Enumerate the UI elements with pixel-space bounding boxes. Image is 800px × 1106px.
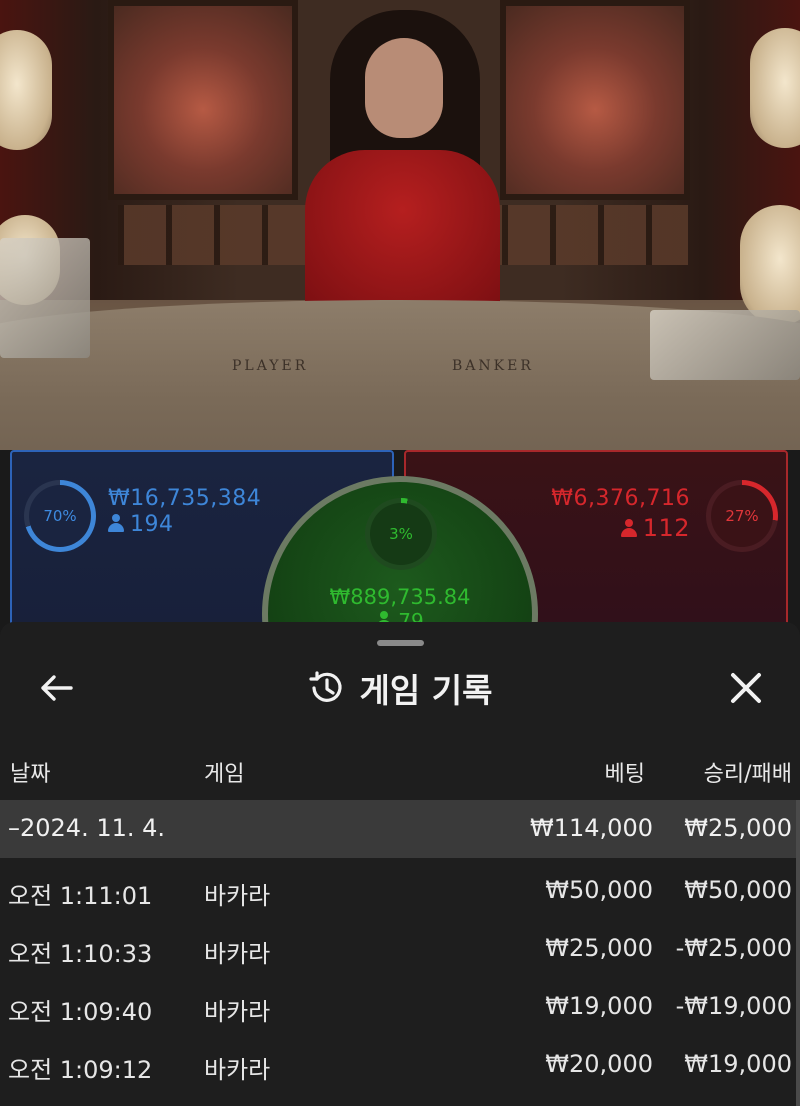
column-game[interactable]: 게임 [204, 756, 244, 788]
dealer-face [365, 38, 443, 138]
card-discard-holder [0, 238, 90, 358]
bet-stats-panel: 70% ₩16,735,384 194 ₩6,376,716 112 27% 3… [0, 446, 800, 752]
history-column-headers: 날짜 게임 베팅 승리/패배 [0, 752, 800, 788]
player-count-value: 194 [130, 512, 174, 537]
table-row[interactable]: 오전 1:10:33 바카라 ₩25,000 -₩25,000 [0, 916, 796, 974]
player-percent-ring: 70% [24, 480, 96, 552]
table-row[interactable]: 오전 1:11:01 바카라 ₩50,000 ₩50,000 [0, 858, 796, 916]
live-video: PLAYER BANKER [0, 0, 800, 450]
row-game: 바카라 [204, 940, 271, 968]
row-bet: ₩25,000 [545, 934, 653, 962]
banker-count-value: 112 [642, 514, 690, 542]
player-total-amount: ₩16,735,384 [108, 486, 262, 511]
day-group-win-loss: ₩25,000 [684, 814, 792, 842]
banker-percent: 27% [711, 485, 773, 547]
row-bet: ₩19,000 [545, 992, 653, 1020]
player-bettor-count: 194 [108, 512, 174, 537]
banker-bettor-count: 112 [620, 514, 690, 542]
tie-percent: 3% [370, 503, 432, 565]
lantern [750, 28, 800, 148]
lantern [0, 30, 52, 150]
row-win-loss: ₩19,000 [684, 1050, 792, 1078]
table-label-banker: BANKER [452, 358, 534, 374]
row-win-loss: -₩25,000 [675, 934, 792, 962]
row-win-loss: ₩50,000 [684, 876, 792, 904]
row-game: 바카라 [204, 1056, 271, 1084]
blossom-window [108, 0, 298, 200]
game-history-sheet: 게임 기록 날짜 게임 베팅 승리/패배 –2024. 11. 4. ₩114,… [0, 622, 800, 1106]
person-icon [108, 514, 124, 532]
banker-total-amount: ₩6,376,716 [551, 486, 690, 511]
close-icon [731, 673, 761, 703]
blossom-window [500, 0, 690, 200]
column-bet[interactable]: 베팅 [605, 756, 645, 788]
person-icon [620, 519, 637, 537]
sheet-title-group: 게임 기록 [0, 664, 800, 712]
row-time: 오전 1:11:01 [8, 882, 153, 910]
table-row[interactable]: 오전 1:09:12 바카라 ₩20,000 ₩19,000 [0, 1032, 796, 1090]
player-percent: 70% [29, 485, 91, 547]
lantern [740, 205, 800, 325]
row-time: 오전 1:10:33 [8, 940, 153, 968]
history-icon [308, 671, 342, 702]
banker-percent-ring: 27% [706, 480, 778, 552]
card-shoe [650, 310, 800, 380]
row-win-loss: -₩19,000 [675, 992, 792, 1020]
day-group-date: –2024. 11. 4. [8, 814, 166, 842]
table-label-player: PLAYER [232, 358, 309, 374]
history-rows: 오전 1:11:01 바카라 ₩50,000 ₩50,000 오전 1:10:3… [0, 858, 796, 1090]
sheet-header: 게임 기록 [0, 658, 800, 714]
row-bet: ₩20,000 [545, 1050, 653, 1078]
row-time: 오전 1:09:12 [8, 1056, 153, 1084]
day-group-bet: ₩114,000 [530, 814, 653, 842]
close-button[interactable] [722, 666, 770, 710]
table-row[interactable]: 오전 1:09:40 바카라 ₩19,000 -₩19,000 [0, 974, 796, 1032]
row-bet: ₩50,000 [545, 876, 653, 904]
tie-total-amount: ₩889,735.84 [329, 585, 471, 609]
sheet-drag-handle[interactable] [377, 640, 424, 646]
column-win-loss[interactable]: 승리/패배 [704, 756, 792, 788]
row-game: 바카라 [204, 882, 271, 910]
tie-percent-ring: 3% [365, 498, 437, 570]
scrollbar[interactable] [796, 800, 800, 1106]
sheet-title: 게임 기록 [359, 671, 493, 710]
day-group-row[interactable]: –2024. 11. 4. ₩114,000 ₩25,000 [0, 800, 796, 858]
column-date[interactable]: 날짜 [10, 756, 50, 788]
row-game: 바카라 [204, 998, 271, 1026]
row-time: 오전 1:09:40 [8, 998, 153, 1026]
